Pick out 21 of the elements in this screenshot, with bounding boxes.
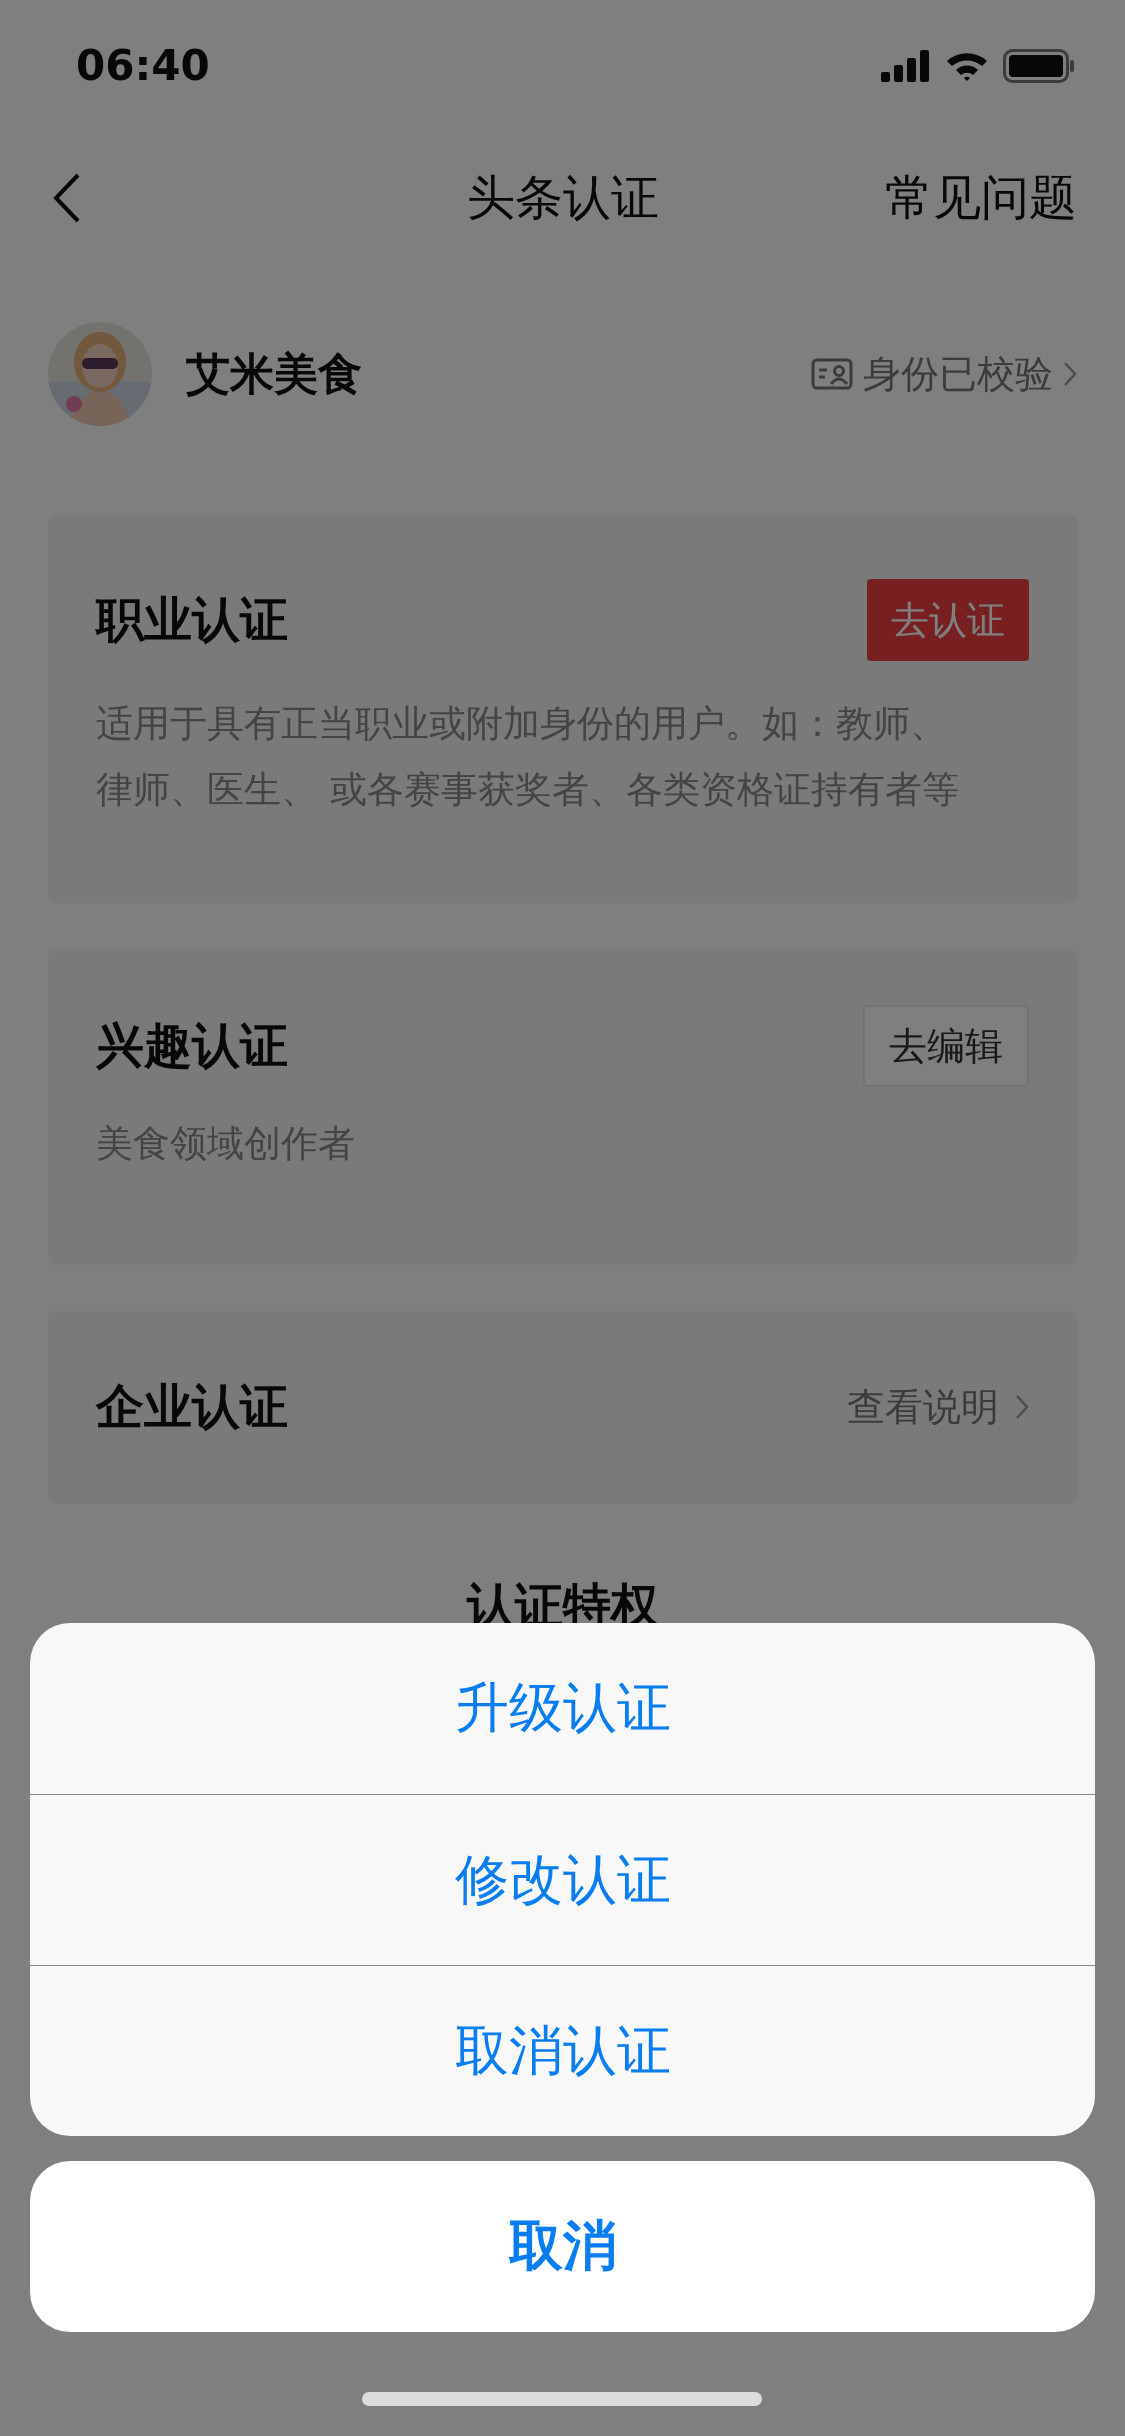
back-icon[interactable]: [52, 172, 82, 224]
sheet-option[interactable]: 取消认证: [30, 1965, 1095, 2136]
chevron-icon: [1015, 1394, 1029, 1420]
status-time: 06:40: [76, 41, 210, 90]
signal-icon: [881, 49, 931, 82]
sheet-option[interactable]: 修改认证: [30, 1794, 1095, 1965]
identity-link[interactable]: 身份已校验: [811, 348, 1077, 400]
card-title: 兴趣认证: [96, 1016, 288, 1075]
details-link[interactable]: 查看说明: [847, 1366, 1029, 1448]
cancel-button[interactable]: 取消: [30, 2161, 1095, 2332]
chevron-icon: [1063, 361, 1077, 387]
faq-link[interactable]: 常见问题: [885, 166, 1077, 230]
edit-button[interactable]: 去编辑: [863, 1005, 1029, 1087]
verify-button[interactable]: 去认证: [867, 579, 1029, 661]
id-card-icon: [811, 358, 853, 390]
battery-icon: [1003, 48, 1075, 83]
sheet-option[interactable]: 升级认证: [30, 1623, 1095, 1794]
user-name: 艾米美食: [186, 346, 362, 401]
card-title: 企业认证: [96, 1377, 288, 1436]
page-title: 头条认证: [466, 168, 659, 227]
card-title: 职业认证: [96, 590, 288, 649]
